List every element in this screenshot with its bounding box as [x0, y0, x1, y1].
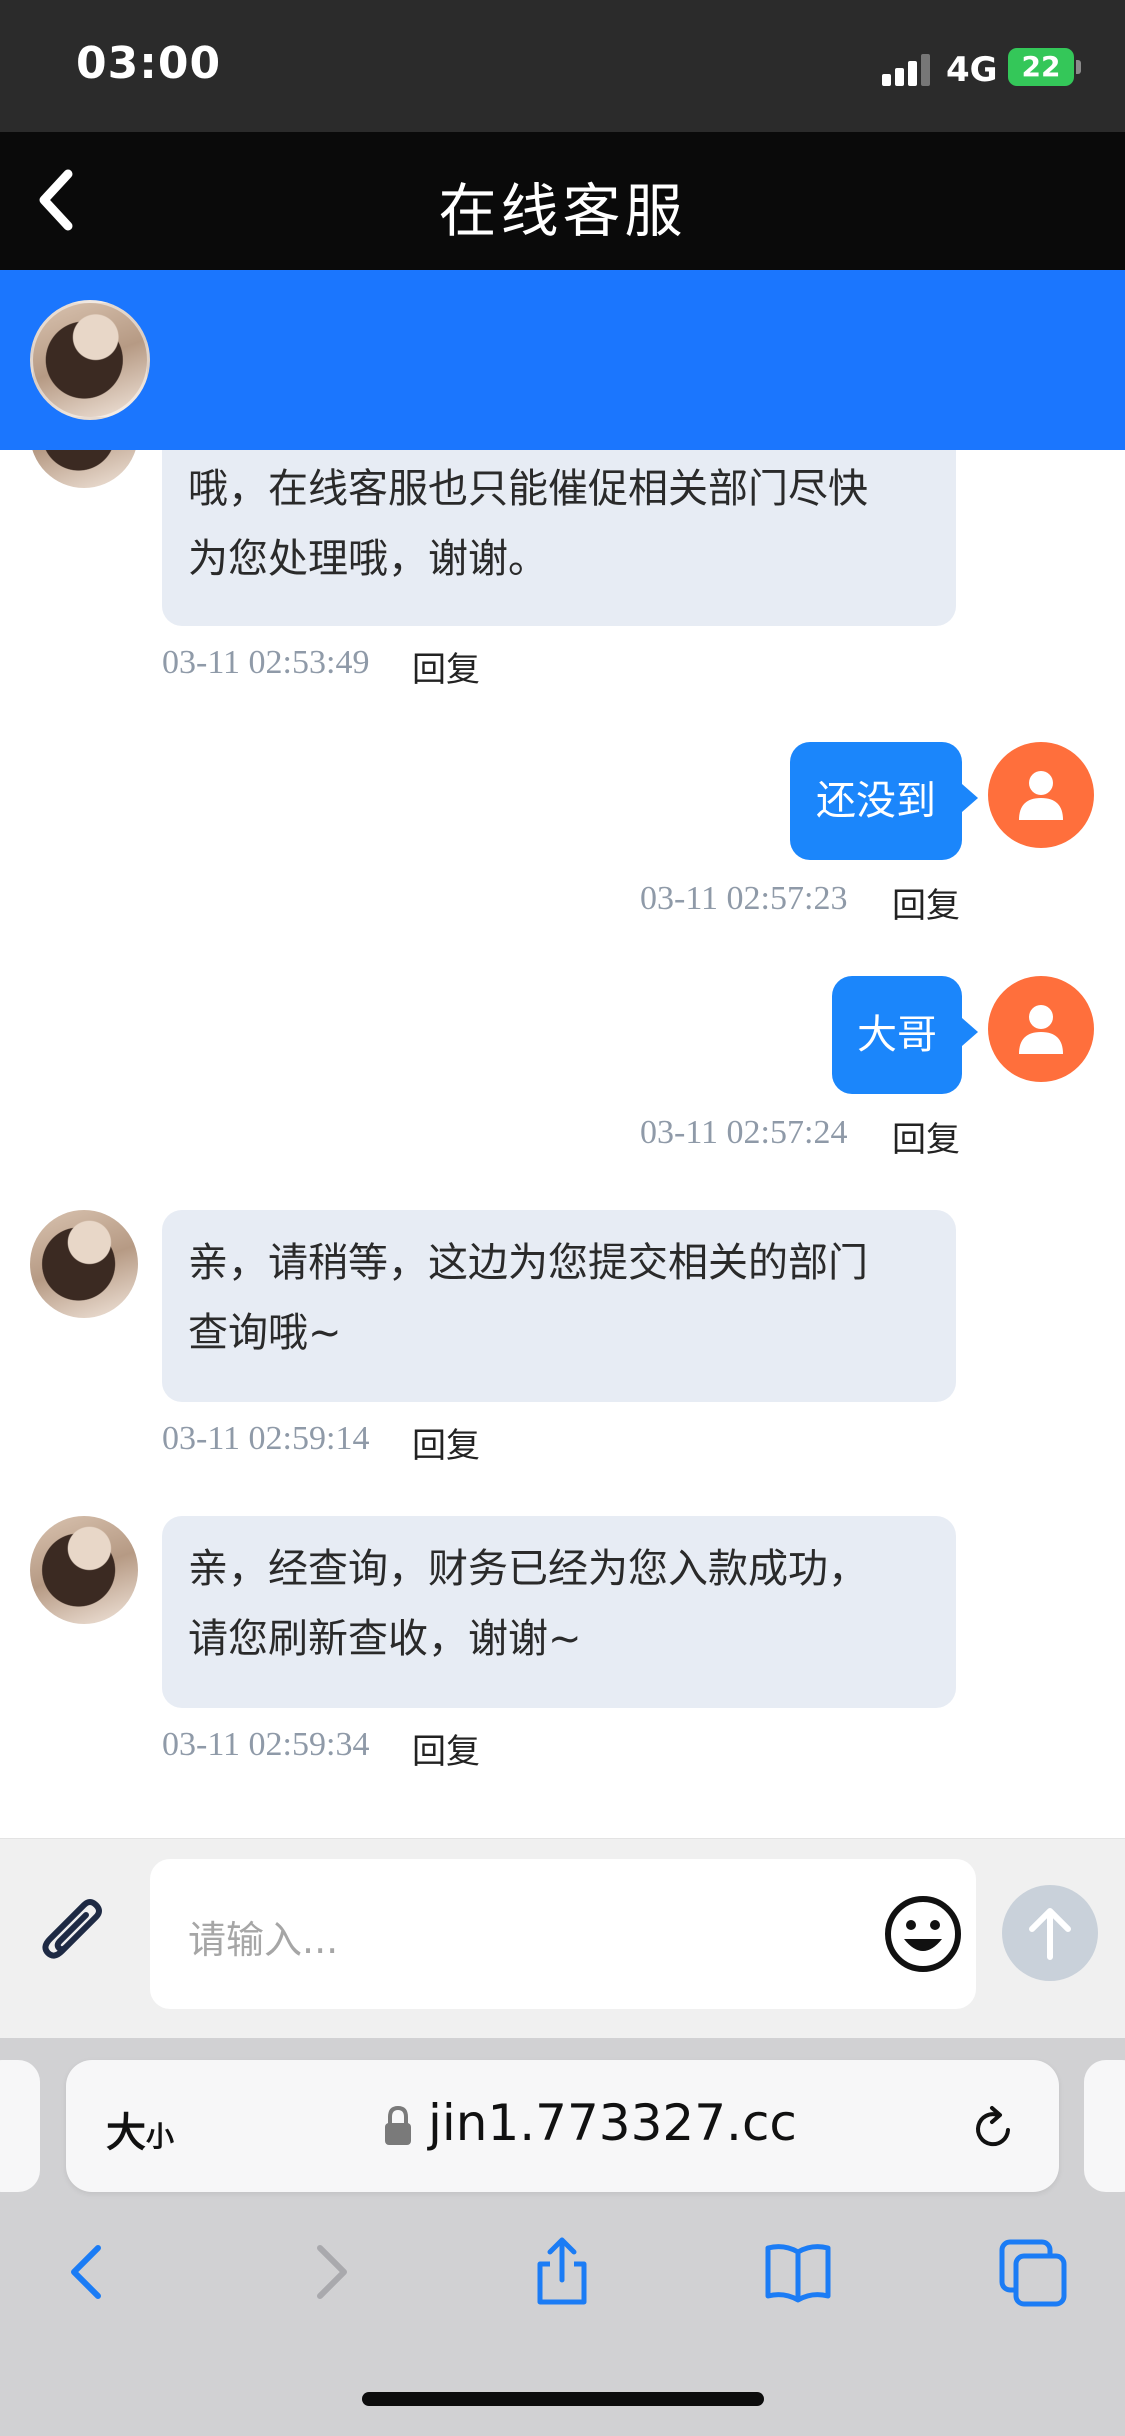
user-icon: [1019, 1005, 1063, 1054]
reload-icon[interactable]: [968, 2104, 1018, 2154]
signal-icon: [882, 52, 934, 86]
lock-icon: [385, 2105, 411, 2145]
text-size-small: 小: [146, 2120, 175, 2153]
reply-link[interactable]: 回复: [412, 1724, 480, 1773]
reply-link[interactable]: 回复: [892, 878, 960, 927]
emoji-icon: [885, 1896, 961, 1972]
bookmarks-icon[interactable]: [762, 2236, 834, 2308]
browser-back-icon[interactable]: [52, 2236, 124, 2308]
message-time: 03-11 02:59:14: [162, 1420, 370, 1457]
browser-toolbar: 大小 jin1.773327.cc: [0, 2038, 1125, 2436]
nav-bar: 在线客服: [0, 132, 1125, 270]
input-placeholder: 请输入...: [188, 1918, 339, 1962]
battery-level: 22: [1021, 50, 1061, 83]
battery-icon: 22: [1008, 48, 1074, 86]
previous-tab-preview[interactable]: [0, 2060, 40, 2192]
message-text: 还没到: [816, 778, 936, 824]
attach-button[interactable]: [34, 1895, 116, 1977]
message-time: 03-11 02:59:34: [162, 1726, 370, 1763]
url-text: jin1.773327.cc: [428, 2094, 797, 2152]
emoji-button[interactable]: [882, 1893, 964, 1975]
battery-tip: [1076, 60, 1081, 74]
user-avatar: [988, 976, 1094, 1082]
browser-forward-icon[interactable]: [294, 2236, 366, 2308]
message-line: 查询哦~: [188, 1310, 342, 1356]
chat-area[interactable]: 哦，在线客服也只能催促相关部门尽快 为您处理哦，谢谢。 03-11 02:53:…: [0, 450, 1125, 1838]
message-input[interactable]: 请输入...: [150, 1859, 976, 2009]
agent-message-avatar: [30, 1516, 138, 1624]
send-icon: [1029, 1908, 1071, 1960]
agent-message-bubble: 亲，请稍等，这边为您提交相关的部门 查询哦~: [162, 1210, 956, 1402]
message-input-bar: 请输入...: [0, 1838, 1125, 2039]
message-time: 03-11 02:57:24: [640, 1114, 848, 1151]
status-bar: 03:00 4G 22: [0, 0, 1125, 132]
message-time: 03-11 02:57:23: [640, 880, 848, 917]
status-time: 03:00: [76, 38, 222, 89]
message-time: 03-11 02:53:49: [162, 644, 370, 681]
send-button[interactable]: [1002, 1885, 1098, 1981]
text-size-big: 大: [106, 2110, 146, 2156]
next-tab-preview[interactable]: [1084, 2060, 1125, 2192]
user-icon: [1019, 771, 1063, 820]
address-bar[interactable]: 大小 jin1.773327.cc: [66, 2060, 1059, 2192]
message-line: 为您处理哦，谢谢。: [188, 536, 548, 582]
user-avatar: [988, 742, 1094, 848]
reply-link[interactable]: 回复: [412, 1418, 480, 1467]
home-indicator[interactable]: [362, 2392, 764, 2406]
page-title: 在线客服: [438, 177, 687, 245]
tabs-icon[interactable]: [998, 2236, 1070, 2308]
message-line: 请您刷新查收，谢谢~: [188, 1616, 582, 1662]
message-text: 大哥: [857, 1012, 937, 1058]
message-line: 哦，在线客服也只能催促相关部门尽快: [188, 466, 868, 512]
user-message-bubble: 还没到: [790, 742, 978, 860]
agent-header: [0, 270, 1125, 450]
agent-message-bubble: 哦，在线客服也只能催促相关部门尽快 为您处理哦，谢谢。: [162, 450, 956, 626]
message-line: 亲，请稍等，这边为您提交相关的部门: [188, 1240, 868, 1286]
attach-icon: [42, 1899, 102, 1959]
network-label: 4G: [946, 50, 998, 90]
share-icon[interactable]: [526, 2236, 598, 2308]
agent-message-bubble: 亲，经查询，财务已经为您入款成功， 请您刷新查收，谢谢~: [162, 1516, 956, 1708]
message-line: 亲，经查询，财务已经为您入款成功，: [188, 1546, 868, 1592]
agent-message-avatar: [30, 1210, 138, 1318]
agent-avatar[interactable]: [30, 300, 150, 420]
user-message-bubble: 大哥: [832, 976, 978, 1094]
text-size-button[interactable]: 大小: [106, 2100, 174, 2158]
reply-link[interactable]: 回复: [412, 642, 480, 691]
agent-message-avatar: [30, 450, 138, 488]
reply-link[interactable]: 回复: [892, 1112, 960, 1161]
